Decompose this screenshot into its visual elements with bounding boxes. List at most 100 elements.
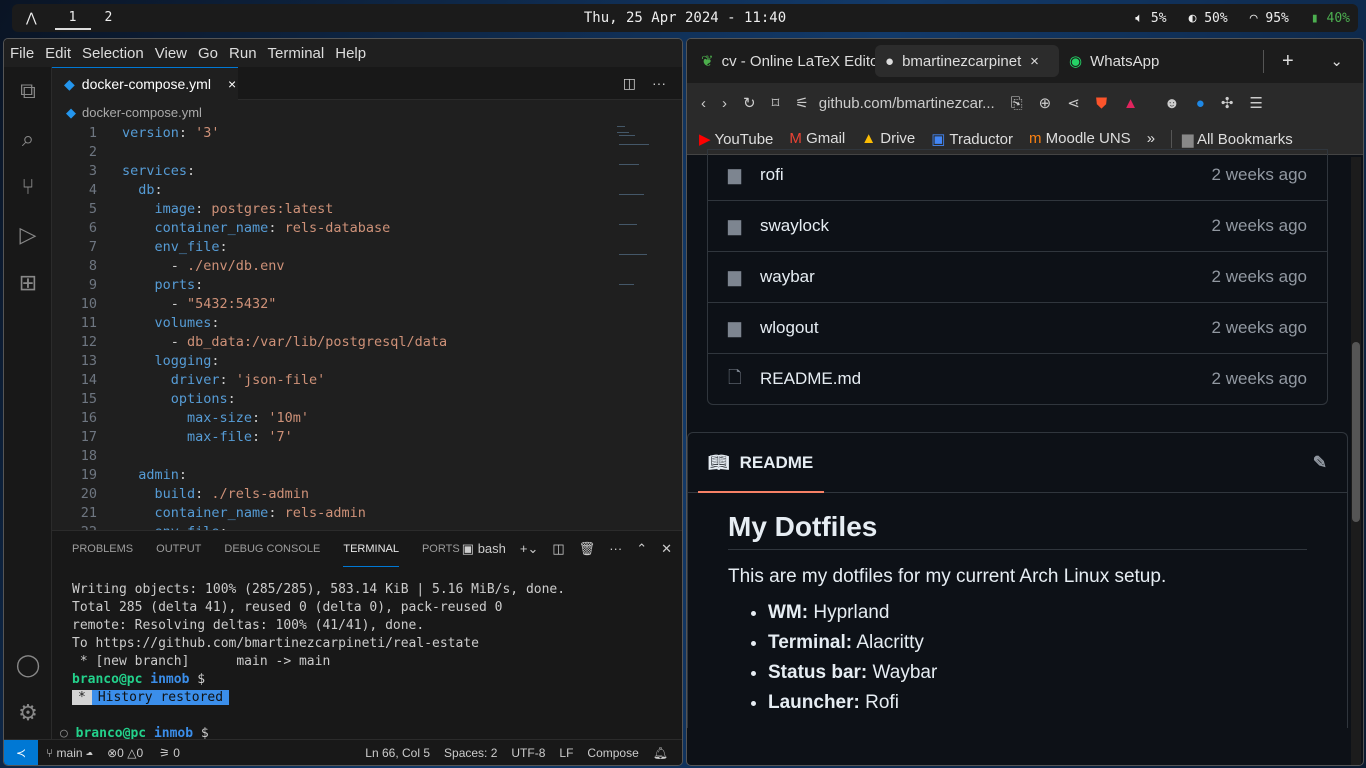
more-bookmarks-icon[interactable]: »: [1147, 130, 1155, 147]
volume[interactable]: 🔈︎ 5%: [1135, 11, 1166, 26]
tab-docker-compose[interactable]: ◆ docker-compose.yml ×: [52, 67, 238, 100]
maximize-icon[interactable]: ⌃: [636, 541, 647, 557]
menu-icon[interactable]: ☰: [1249, 94, 1262, 112]
new-tab-icon[interactable]: +: [1263, 49, 1294, 73]
tab-label: docker-compose.yml: [81, 76, 211, 92]
brave-shields-icon[interactable]: ⛊: [1096, 95, 1107, 112]
eol[interactable]: LF: [559, 746, 573, 760]
language-mode[interactable]: Compose: [587, 746, 638, 760]
menu-view[interactable]: View: [155, 45, 187, 62]
file-row[interactable]: ▆ waybar 2 weeks ago: [708, 251, 1327, 302]
bookmark-youtube[interactable]: ▶ YouTube: [699, 130, 773, 148]
menu-edit[interactable]: Edit: [45, 45, 71, 62]
remote-icon[interactable]: ≺: [4, 739, 38, 765]
tab-list-icon[interactable]: ⌄: [1330, 52, 1343, 70]
close-icon[interactable]: ×: [228, 76, 236, 92]
branch[interactable]: ⑂ main ☁: [46, 746, 93, 760]
install-icon[interactable]: ⎘: [1011, 95, 1023, 112]
breadcrumb[interactable]: ◆ docker-compose.yml: [66, 105, 202, 121]
encoding[interactable]: UTF-8: [511, 746, 545, 760]
panel-tab-output[interactable]: OUTPUT: [156, 531, 201, 567]
shazam-icon[interactable]: ●: [1196, 95, 1205, 112]
file-name[interactable]: swaylock: [760, 216, 829, 236]
url-bar[interactable]: github.com/bmartinezcar...: [819, 95, 995, 112]
indentation[interactable]: Spaces: 2: [444, 746, 497, 760]
file-name[interactable]: rofi: [760, 165, 784, 185]
arch-logo-icon[interactable]: ⋀: [12, 11, 55, 26]
bookmark-traductor[interactable]: ▣ Traductor: [931, 130, 1013, 148]
site-settings-icon[interactable]: ⚟: [795, 94, 808, 112]
bookmark-icon[interactable]: ⌑: [772, 94, 780, 112]
brightness[interactable]: ◐ 50%: [1189, 11, 1228, 26]
file-name[interactable]: wlogout: [760, 318, 819, 338]
readme-tab[interactable]: README: [740, 453, 814, 473]
tab-overleaf[interactable]: ❦ cv - Online LaTeX Editor: [691, 45, 875, 77]
menu-file[interactable]: File: [10, 45, 34, 62]
settings-gear-icon[interactable]: ⚙: [4, 689, 52, 737]
terminal-output[interactable]: Writing objects: 100% (285/285), 583.14 …: [60, 581, 565, 743]
bash-shell[interactable]: ▣ bash: [462, 541, 506, 557]
code-editor[interactable]: 1 version: '3' 2 3 services:4 db:5 image: po…: [52, 124, 666, 530]
bookmark-moodle[interactable]: m Moodle UNS: [1029, 130, 1131, 147]
menu-go[interactable]: Go: [198, 45, 218, 62]
split-terminal-icon[interactable]: ◫: [552, 541, 564, 557]
brave-rewards-icon[interactable]: ▲: [1123, 95, 1138, 112]
more-icon[interactable]: ···: [609, 541, 622, 557]
trash-icon[interactable]: 🗑︎: [579, 541, 596, 557]
code-token: build: [122, 486, 196, 502]
file-row[interactable]: ▆ swaylock 2 weeks ago: [708, 200, 1327, 251]
bookmark-drive[interactable]: ▲ Drive: [861, 130, 915, 147]
workspace-1[interactable]: 1: [54, 6, 91, 30]
source-control-icon[interactable]: ⑂: [4, 163, 52, 211]
zoom-icon[interactable]: ⊕: [1039, 94, 1052, 112]
bell-icon[interactable]: 🔔︎: [653, 746, 668, 760]
extensions-icon[interactable]: ⊞: [4, 259, 52, 307]
share-icon[interactable]: ⋖: [1067, 94, 1080, 112]
extensions-icon[interactable]: ✣: [1221, 94, 1234, 112]
ports[interactable]: ⚞ 0: [159, 746, 180, 760]
menu-terminal[interactable]: Terminal: [268, 45, 325, 62]
whatsapp-icon: ◉: [1069, 53, 1083, 70]
file-row[interactable]: ▆ wlogout 2 weeks ago: [708, 302, 1327, 353]
more-actions-icon[interactable]: ···: [652, 75, 666, 92]
terminal-line: Total 285 (delta 41), reused 0 (delta 0)…: [72, 600, 503, 615]
split-editor-icon[interactable]: ◫: [623, 75, 636, 92]
minimap[interactable]: [612, 124, 662, 304]
file-row[interactable]: ▆ rofi 2 weeks ago: [708, 149, 1327, 200]
panel-tab-problems[interactable]: PROBLEMS: [72, 531, 133, 567]
tab-whatsapp[interactable]: ◉ WhatsApp: [1059, 45, 1243, 77]
all-bookmarks[interactable]: ▆ All Bookmarks: [1171, 129, 1293, 148]
new-terminal-icon[interactable]: +⌄: [520, 541, 538, 557]
explorer-icon[interactable]: ⧉: [4, 67, 52, 115]
edit-pencil-icon[interactable]: ✎: [1313, 453, 1327, 473]
tab-github[interactable]: ● bmartinezcarpineti ×: [875, 45, 1059, 77]
panel-tab-ports[interactable]: PORTS: [422, 531, 460, 567]
reload-icon[interactable]: ↻: [743, 94, 756, 112]
wifi[interactable]: ◠ 95%: [1250, 11, 1289, 26]
extension-icon[interactable]: ☻: [1164, 95, 1180, 112]
panel-tab-debug-console[interactable]: DEBUG CONSOLE: [224, 531, 320, 567]
search-icon[interactable]: ⌕: [4, 115, 52, 163]
forward-icon[interactable]: ›: [722, 95, 727, 112]
battery[interactable]: ▮ 40%: [1311, 11, 1350, 26]
cursor-position[interactable]: Ln 66, Col 5: [365, 746, 430, 760]
account-icon[interactable]: ◯: [4, 641, 52, 689]
run-debug-icon[interactable]: ▷: [4, 211, 52, 259]
close-panel-icon[interactable]: ✕: [661, 541, 672, 557]
workspace-2[interactable]: 2: [91, 6, 127, 30]
close-tab-icon[interactable]: ×: [1030, 53, 1039, 70]
file-name[interactable]: README.md: [760, 369, 861, 389]
bookmark-gmail[interactable]: M Gmail: [789, 130, 845, 147]
history-restored: * History restored: [72, 689, 230, 707]
panel-tab-terminal[interactable]: TERMINAL: [343, 531, 399, 567]
menu-run[interactable]: Run: [229, 45, 257, 62]
clock: Thu, 25 Apr 2024 - 11:40: [583, 10, 787, 26]
file-row[interactable]: 🗋︎ README.md 2 weeks ago: [708, 353, 1327, 404]
back-icon[interactable]: ‹: [701, 95, 706, 112]
problems[interactable]: ⊗0 △0: [107, 746, 143, 760]
item-value: Alacritty: [856, 632, 924, 653]
scrollbar[interactable]: [1351, 157, 1361, 765]
menu-selection[interactable]: Selection: [82, 45, 144, 62]
menu-help[interactable]: Help: [335, 45, 366, 62]
file-name[interactable]: waybar: [760, 267, 815, 287]
